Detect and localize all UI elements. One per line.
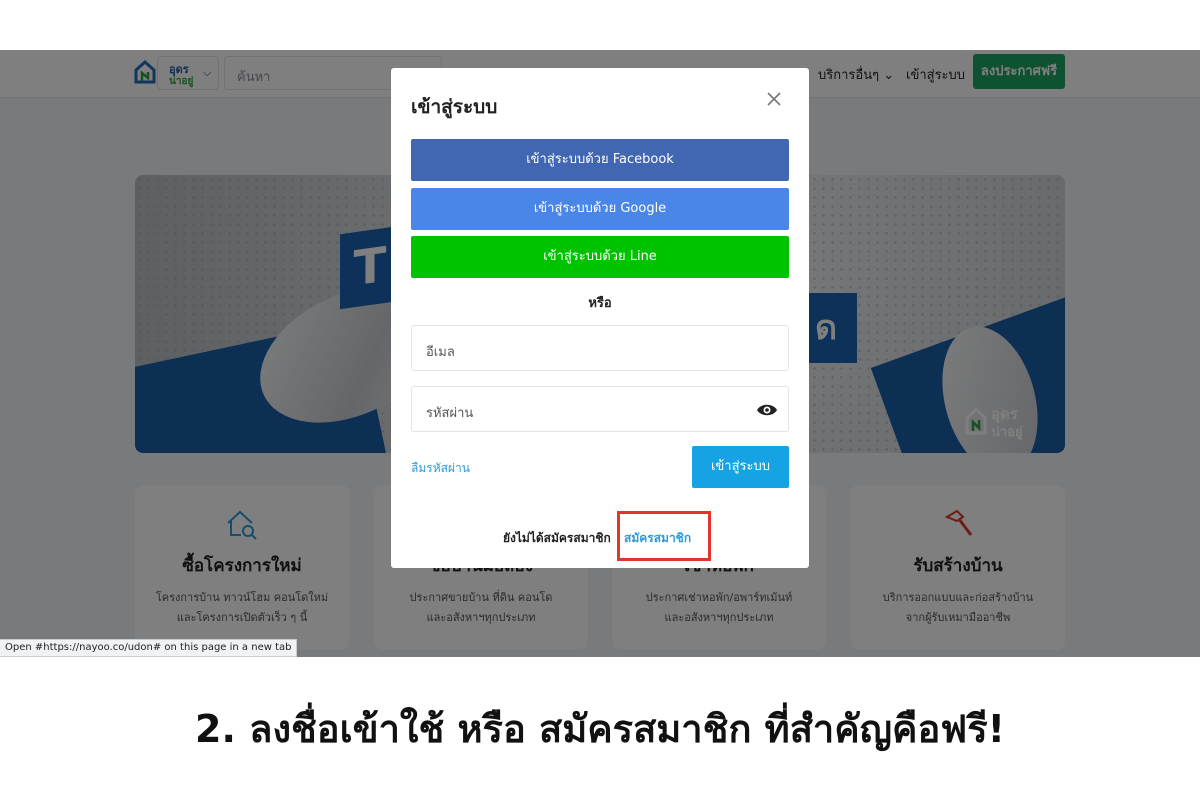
- email-placeholder: อีเมล: [426, 345, 455, 360]
- eye-icon[interactable]: [756, 401, 778, 419]
- forgot-password-link[interactable]: ลืมรหัสผ่าน: [411, 459, 470, 478]
- modal-title: เข้าสู่ระบบ: [411, 96, 498, 118]
- instruction-caption: 2. ลงชื่อเข้าใช้ หรือ สมัครสมาชิก ที่สำค…: [195, 707, 1005, 751]
- not-member-text: ยังไม่ได้สมัครสมาชิก: [503, 531, 611, 545]
- password-field[interactable]: รหัสผ่าน: [411, 386, 789, 432]
- password-placeholder: รหัสผ่าน: [426, 406, 474, 421]
- login-modal: เข้าสู่ระบบ เข้าสู่ระบบด้วย Facebook เข้…: [391, 68, 809, 568]
- login-button[interactable]: เข้าสู่ระบบ: [692, 446, 789, 488]
- highlight-box: [617, 511, 711, 561]
- or-divider: หรือ: [588, 296, 612, 311]
- google-login-button[interactable]: เข้าสู่ระบบด้วย Google: [411, 188, 789, 230]
- link-status-tooltip: Open #https://nayoo.co/udon# on this pag…: [0, 639, 298, 657]
- facebook-login-button[interactable]: เข้าสู่ระบบด้วย Facebook: [411, 139, 789, 181]
- close-icon[interactable]: [763, 88, 785, 110]
- email-field[interactable]: อีเมล: [411, 325, 789, 371]
- browser-viewport: อุดร น่าอยู่ ⌵ ค้นหา บริการอื่นๆ ⌄ เข้าส…: [0, 50, 1200, 657]
- line-login-button[interactable]: เข้าสู่ระบบด้วย Line: [411, 236, 789, 278]
